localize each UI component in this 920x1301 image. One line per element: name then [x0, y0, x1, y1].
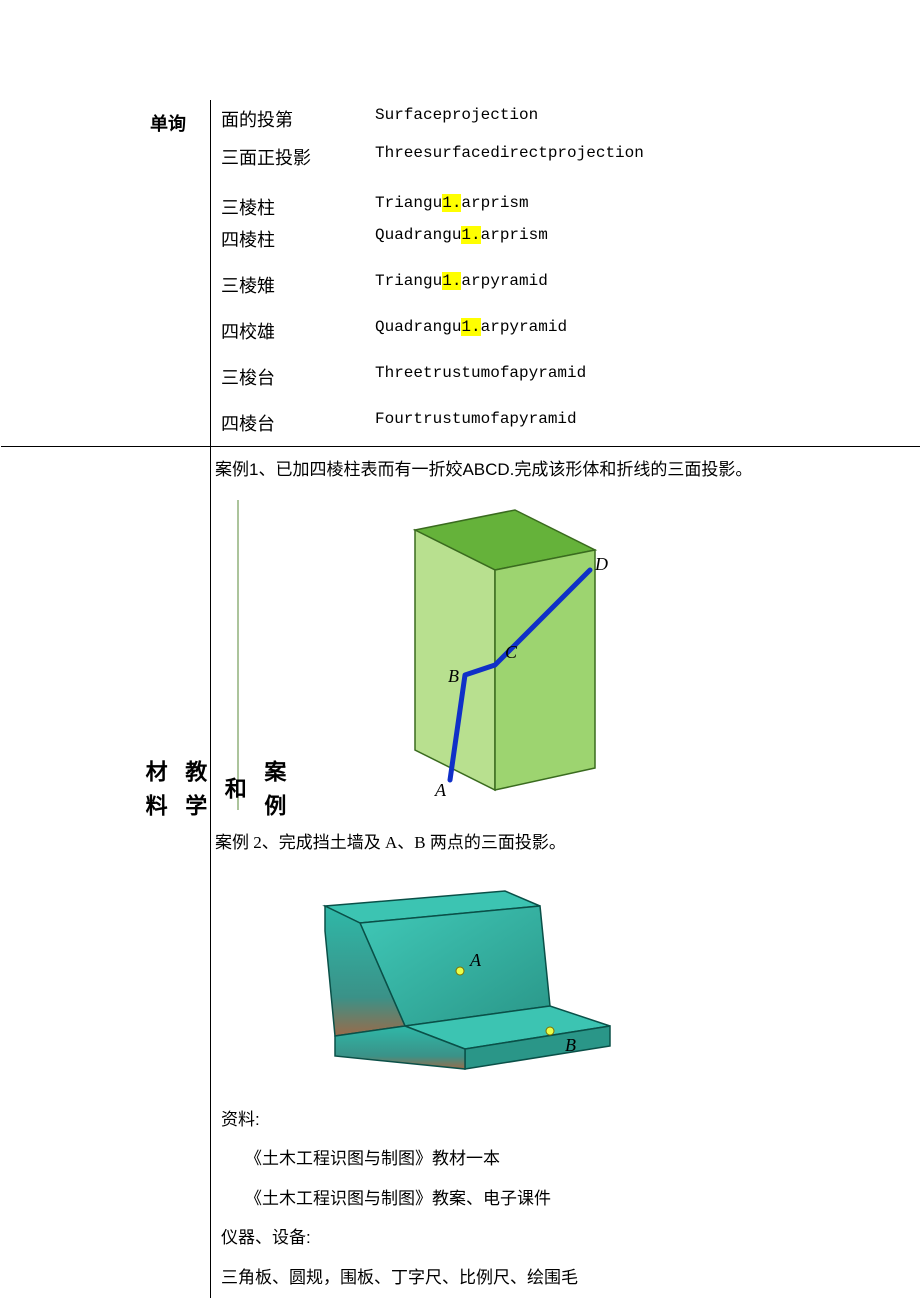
- case2-text: 案例 2、完成挡土墙及 A、B 两点的三面投影。: [215, 820, 920, 861]
- vocab-en: Surfaceprojection: [375, 106, 920, 132]
- vocab-cn: 面的投第: [215, 106, 375, 132]
- materials-heading: 资料:: [221, 1101, 920, 1138]
- point-b-label: B: [448, 666, 459, 686]
- vocab-row: 面的投第 Surfaceprojection: [215, 100, 920, 138]
- vocab-en: Quadrangu1.arpyramid: [375, 318, 920, 344]
- vocab-cn: 四棱柱: [215, 226, 375, 252]
- vocab-cn: 四校雄: [215, 318, 375, 344]
- vocab-row: 三梭台 Threetrustumofapyramid: [215, 350, 920, 396]
- vocab-cn: 三梭台: [215, 364, 375, 390]
- vocab-cn: 四棱台: [215, 410, 375, 436]
- vocab-cn: 三面正投影: [215, 144, 375, 170]
- vocab-row: 四校雄 Quadrangu1.arpyramid: [215, 304, 920, 350]
- vocab-cn: 三棱柱: [215, 194, 375, 220]
- left-column: 单询 案例和教学材料: [0, 100, 210, 1298]
- vocab-en: Triangu1.arpyramid: [375, 272, 920, 298]
- material-item: 《土木工程识图与制图》教案、电子课件: [221, 1180, 920, 1217]
- vocab-en: Threetrustumofapyramid: [375, 364, 920, 390]
- materials-section: 资料: 《土木工程识图与制图》教材一本 《土木工程识图与制图》教案、电子课件 仪…: [215, 1091, 920, 1296]
- vocab-row: 三面正投影 Threesurfacedirectprojection: [215, 138, 920, 176]
- right-column: 面的投第 Surfaceprojection 三面正投影 Threesurfac…: [210, 100, 920, 1298]
- case-section-label: 案例和教学材料: [135, 760, 293, 828]
- wall-point-b-label: B: [565, 1035, 576, 1055]
- equipment-item: 三角板、圆规，围板、丁字尺、比例尺、绘围毛: [221, 1259, 920, 1296]
- material-item: 《土木工程识图与制图》教材一本: [221, 1140, 920, 1177]
- vocab-row: 三棱雉 Triangu1.arpyramid: [215, 258, 920, 304]
- vocab-table: 面的投第 Surfaceprojection 三面正投影 Threesurfac…: [215, 100, 920, 442]
- vocab-section-label: 单询: [150, 110, 186, 136]
- vocab-row: 四棱柱 Quadrangu1.arprism: [215, 226, 920, 258]
- point-c-label: C: [505, 642, 518, 662]
- vocab-en: Quadrangu1.arprism: [375, 226, 920, 252]
- equipment-heading: 仪器、设备:: [221, 1219, 920, 1256]
- vocab-en: Threesurfacedirectprojection: [375, 144, 920, 170]
- document-page: 单询 案例和教学材料 面的投第 Surfaceprojection 三面正投影 …: [0, 0, 920, 1301]
- vocab-en: Fourtrustumofapyramid: [375, 410, 920, 436]
- content-wrap: 单询 案例和教学材料 面的投第 Surfaceprojection 三面正投影 …: [0, 100, 920, 1298]
- vocab-row: 三棱柱 Triangu1.arprism: [215, 176, 920, 226]
- case1-text: 案例1、已加四棱柱表而有一折姣ABCD.完成该形体和折线的三面投影。: [215, 451, 920, 490]
- retaining-wall-figure: A B: [275, 871, 635, 1071]
- point-d-label: D: [594, 554, 608, 574]
- vocab-row: 四棱台 Fourtrustumofapyramid: [215, 396, 920, 442]
- point-a-label: A: [434, 780, 447, 800]
- vocab-cn: 三棱雉: [215, 272, 375, 298]
- wall-point-a-label: A: [469, 950, 482, 970]
- vocab-en: Triangu1.arprism: [375, 194, 920, 220]
